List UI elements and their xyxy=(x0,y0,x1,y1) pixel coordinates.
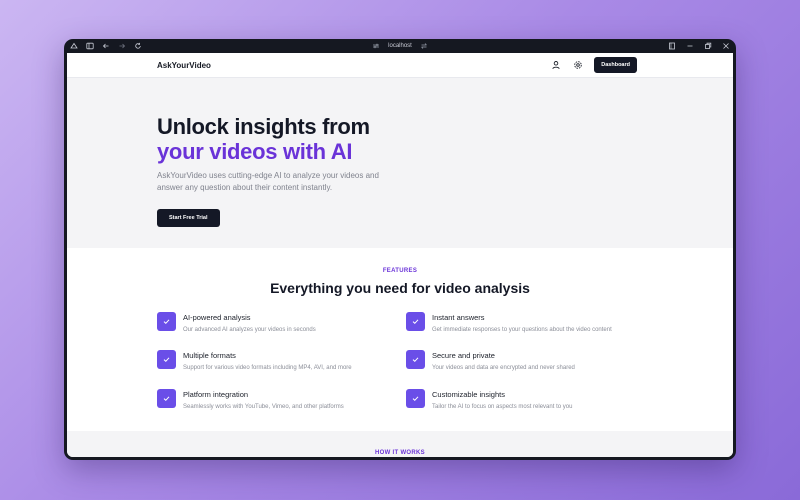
checkmark-icon xyxy=(157,389,176,408)
feature-title: Secure and private xyxy=(432,351,495,360)
features-section: FEATURES Everything you need for video a… xyxy=(67,248,733,431)
feature-item: Multiple formats Support for various vide… xyxy=(157,350,397,371)
how-it-works-section: HOW IT WORKS xyxy=(67,431,733,457)
feature-title: Multiple formats xyxy=(183,351,236,360)
share-icon[interactable] xyxy=(420,42,428,50)
checkmark-icon xyxy=(406,389,425,408)
url-text[interactable]: localhost xyxy=(388,43,412,49)
hero-title: Unlock insights from your videos with AI xyxy=(157,114,370,164)
features-eyebrow: FEATURES xyxy=(382,268,418,274)
feature-item: Instant answers Get immediate responses t… xyxy=(406,312,646,333)
feature-item: Platform integration Seamlessly works wit… xyxy=(157,389,397,410)
feature-item: Customizable insights Tailor the AI to fo… xyxy=(406,389,646,410)
menu-icon[interactable] xyxy=(70,42,78,50)
page-viewport: AskYourVideo Dashboard Unlock insights f… xyxy=(67,53,733,457)
brand-logo[interactable]: AskYourVideo xyxy=(157,61,211,70)
checkmark-icon xyxy=(406,312,425,331)
forward-icon[interactable] xyxy=(118,42,126,50)
feature-title: AI-powered analysis xyxy=(183,313,251,322)
feature-description: Support for various video formats includ… xyxy=(183,365,352,371)
back-icon[interactable] xyxy=(102,42,110,50)
feature-title: Instant answers xyxy=(432,313,485,322)
checkmark-icon xyxy=(157,312,176,331)
site-info-icon[interactable] xyxy=(372,42,380,50)
site-navbar: AskYourVideo Dashboard xyxy=(67,53,733,78)
sidebar-icon[interactable] xyxy=(86,42,94,50)
bookmark-icon[interactable] xyxy=(668,42,676,50)
reload-icon[interactable] xyxy=(134,42,142,50)
checkmark-icon xyxy=(406,350,425,369)
feature-description: Seamlessly works with YouTube, Vimeo, an… xyxy=(183,404,344,410)
feature-item: Secure and private Your videos and data a… xyxy=(406,350,646,371)
hero-title-line2: your videos with AI xyxy=(157,139,353,164)
hero-description: AskYourVideo uses cutting-edge AI to ana… xyxy=(157,171,379,192)
browser-window: localhost AskYourVideo Dashboard Unlock … xyxy=(64,39,736,460)
feature-item: AI-powered analysis Our advanced AI analy… xyxy=(157,312,397,333)
hero-section: Unlock insights from your videos with AI… xyxy=(67,78,733,248)
user-icon[interactable] xyxy=(550,59,562,71)
feature-description: Tailor the AI to focus on aspects most r… xyxy=(432,404,573,410)
hero-title-line1: Unlock insights from xyxy=(157,114,370,139)
features-title: Everything you need for video analysis xyxy=(270,280,530,296)
browser-titlebar: localhost xyxy=(64,39,736,53)
address-bar[interactable]: localhost xyxy=(64,39,736,53)
feature-description: Get immediate responses to your question… xyxy=(432,327,612,333)
feature-description: Your videos and data are encrypted and n… xyxy=(432,365,575,371)
restore-icon[interactable] xyxy=(704,42,712,50)
start-free-trial-button[interactable]: Start Free Trial xyxy=(157,209,220,227)
dashboard-button[interactable]: Dashboard xyxy=(594,57,637,73)
feature-title: Platform integration xyxy=(183,390,249,399)
checkmark-icon xyxy=(157,350,176,369)
feature-description: Our advanced AI analyzes your videos in … xyxy=(183,327,316,333)
how-it-works-label: HOW IT WORKS xyxy=(375,450,425,456)
feature-title: Customizable insights xyxy=(432,390,505,399)
settings-gear-icon[interactable] xyxy=(572,59,584,71)
minimize-icon[interactable] xyxy=(686,42,694,50)
close-icon[interactable] xyxy=(722,42,730,50)
